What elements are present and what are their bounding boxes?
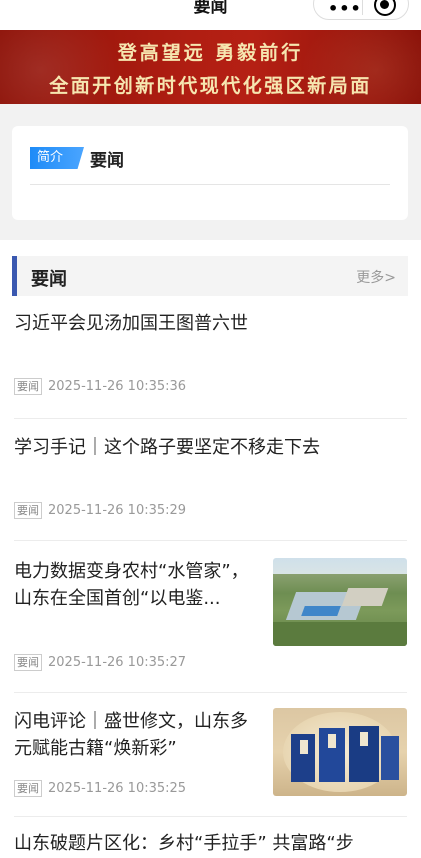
news-meta: 要闻 2025-11-26 10:35:29 — [14, 502, 186, 519]
slogan-banner: 登高望远 勇毅前行 全面开创新时代现代化强区新局面 — [0, 30, 421, 104]
intro-title: 要闻 — [90, 151, 124, 171]
intro-divider — [30, 184, 390, 185]
intro-card[interactable]: 简介 要闻 — [12, 126, 408, 220]
section-accent-bar — [12, 256, 17, 296]
news-meta: 要闻 2025-11-26 10:35:36 — [14, 378, 186, 395]
thumbnail-shape — [341, 588, 389, 606]
section-title: 要闻 — [31, 269, 67, 290]
news-headline: 闪电评论｜盛世修文，山东多元赋能古籍“焕新彩” — [14, 711, 248, 759]
news-date: 2025-11-26 10:35:29 — [48, 503, 187, 518]
thumbnail-shape — [328, 734, 336, 748]
news-badge: 要闻 — [14, 780, 42, 797]
news-item[interactable]: 电力数据变身农村“水管家”，山东在全国首创“以电鉴... 要闻 2025-11-… — [14, 558, 407, 676]
news-item[interactable]: 山东破题片区化：乡村“手拉手” 共富路“步 — [14, 830, 407, 858]
news-thumbnail[interactable] — [273, 708, 407, 796]
banner-line-2: 全面开创新时代现代化强区新局面 — [49, 75, 372, 97]
news-headline: 电力数据变身农村“水管家”，山东在全国首创“以电鉴... — [14, 561, 249, 609]
section-header: 要闻 更多> — [12, 256, 408, 296]
news-item[interactable]: 闪电评论｜盛世修文，山东多元赋能古籍“焕新彩” 要闻 2025-11-26 10… — [14, 708, 407, 808]
more-icon[interactable]: ••• — [328, 0, 362, 18]
mini-program-capsule: ••• — [313, 0, 409, 20]
thumbnail-shape — [360, 732, 368, 746]
news-badge: 要闻 — [14, 654, 42, 671]
item-divider — [14, 816, 407, 817]
thumbnail-shape — [381, 736, 399, 780]
news-thumbnail[interactable] — [273, 558, 407, 646]
item-divider — [14, 540, 407, 541]
news-meta: 要闻 2025-11-26 10:35:25 — [14, 780, 186, 797]
banner-line-1: 登高望远 勇毅前行 — [117, 42, 304, 64]
item-divider — [14, 692, 407, 693]
thumbnail-shape — [301, 606, 341, 616]
thumbnail-shape — [300, 740, 308, 754]
capsule-divider — [362, 0, 363, 15]
more-link[interactable]: 更多> — [356, 267, 396, 287]
top-nav-bar: 要闻 ••• — [0, 0, 421, 30]
news-date: 2025-11-26 10:35:27 — [48, 655, 187, 670]
thumbnail-shape — [273, 622, 407, 646]
news-date: 2025-11-26 10:35:36 — [48, 379, 187, 394]
news-badge: 要闻 — [14, 502, 42, 519]
news-date: 2025-11-26 10:35:25 — [48, 781, 187, 796]
news-headline: 习近平会见汤加国王图普六世 — [14, 313, 248, 334]
news-item[interactable]: 学习手记｜这个路子要坚定不移走下去 要闻 2025-11-26 10:35:29 — [14, 434, 407, 524]
news-headline: 学习手记｜这个路子要坚定不移走下去 — [14, 437, 320, 458]
item-divider — [14, 418, 407, 419]
intro-tag: 简介 — [30, 147, 84, 169]
news-meta: 要闻 2025-11-26 10:35:27 — [14, 654, 186, 671]
news-badge: 要闻 — [14, 378, 42, 395]
news-headline: 山东破题片区化：乡村“手拉手” 共富路“步 — [14, 833, 354, 854]
target-close-icon[interactable] — [374, 0, 396, 16]
news-section: 要闻 更多> 习近平会见汤加国王图普六世 要闻 2025-11-26 10:35… — [0, 240, 421, 858]
news-item[interactable]: 习近平会见汤加国王图普六世 要闻 2025-11-26 10:35:36 — [14, 310, 407, 400]
